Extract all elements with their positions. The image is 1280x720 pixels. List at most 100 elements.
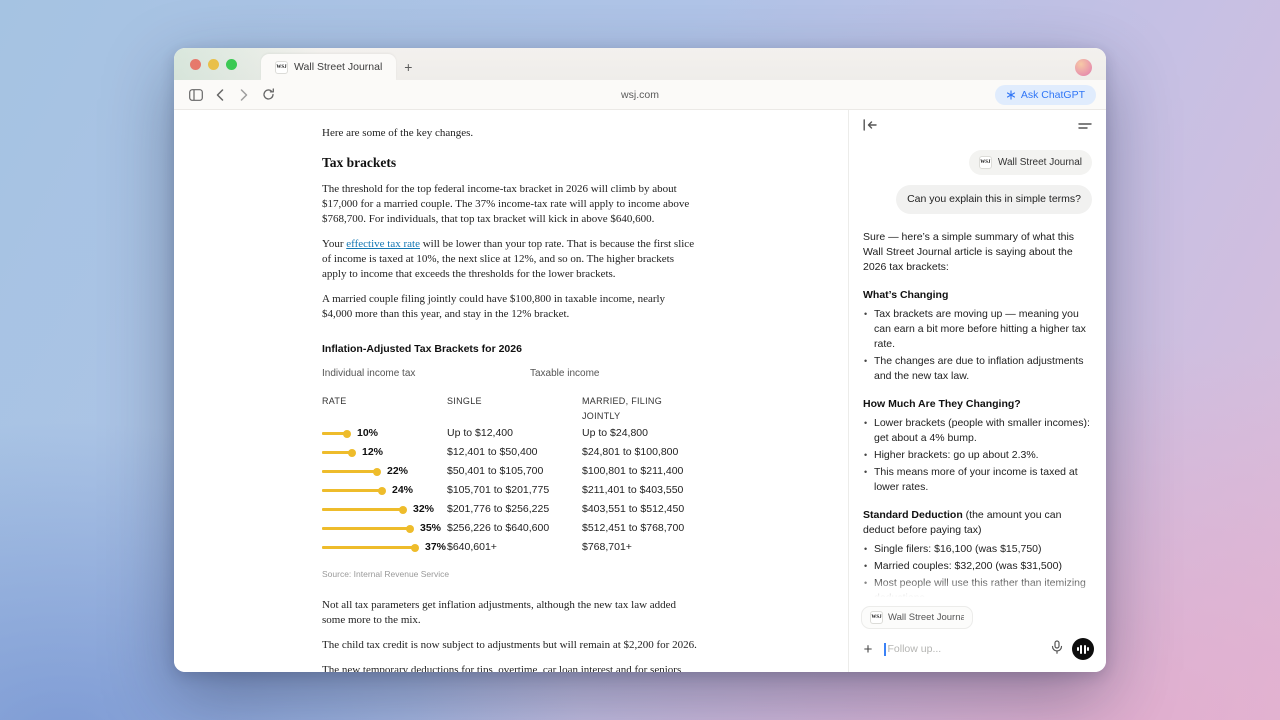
address-bar[interactable]: wsj.com [174, 89, 1106, 101]
ask-chatgpt-label: Ask ChatGPT [1021, 89, 1085, 101]
rate-label: 24% [392, 483, 413, 498]
wsj-favicon: WSJ [870, 611, 883, 624]
rate-label: 37% [425, 540, 446, 555]
chart-subtitle-left: Individual income tax [322, 366, 530, 381]
rate-bar [322, 508, 404, 511]
collapse-panel-icon[interactable] [863, 118, 877, 136]
single-range: $105,701 to $201,775 [447, 483, 582, 498]
article-heading-tax-brackets: Tax brackets [322, 155, 697, 170]
bullet-item: Most people will use this rather than it… [863, 576, 1092, 601]
rate-bar [322, 451, 353, 454]
table-row: 32% $201,776 to $256,225 $403,551 to $51… [322, 500, 697, 519]
rate-bar [322, 527, 411, 530]
article-paragraph: A married couple filing jointly could ha… [322, 292, 697, 322]
column-header-rate: RATE [322, 394, 447, 424]
rate-label: 10% [357, 426, 378, 441]
paragraph-text: Your [322, 238, 346, 250]
table-row: 37% $640,601+ $768,701+ [322, 538, 697, 557]
chart-title: Inflation-Adjusted Tax Brackets for 2026 [322, 342, 697, 357]
table-row: 24% $105,701 to $201,775 $211,401 to $40… [322, 481, 697, 500]
table-row: 12% $12,401 to $50,400 $24,801 to $100,8… [322, 443, 697, 462]
chat-messages[interactable]: WSJ Wall Street Journal Can you explain … [849, 144, 1106, 601]
bullet-item: Lower brackets (people with smaller inco… [863, 416, 1092, 446]
minimize-button[interactable] [208, 59, 219, 70]
back-icon[interactable] [208, 84, 232, 106]
rate-label: 35% [420, 521, 441, 536]
rate-label: 12% [362, 445, 383, 460]
browser-toolbar: wsj.com Ask ChatGPT [174, 80, 1106, 110]
forward-icon[interactable] [232, 84, 256, 106]
article-paragraph: The child tax credit is now subject to a… [322, 638, 697, 653]
single-range: $50,401 to $105,700 [447, 464, 582, 479]
column-header-single: SINGLE [447, 394, 582, 424]
single-range: $256,226 to $640,600 [447, 521, 582, 536]
effective-tax-rate-link[interactable]: effective tax rate [346, 238, 420, 250]
follow-up-input[interactable] [888, 643, 1043, 655]
single-range: $201,776 to $256,225 [447, 502, 582, 517]
zoom-button[interactable] [226, 59, 237, 70]
microphone-icon[interactable] [1051, 640, 1063, 659]
wsj-favicon: WSJ [979, 156, 992, 169]
chat-menu-icon[interactable] [1078, 118, 1092, 136]
chart-subtitle-right: Taxable income [530, 366, 599, 381]
bullet-item: Single filers: $16,100 (was $15,750) [863, 542, 1092, 557]
married-range: $24,801 to $100,800 [582, 445, 697, 460]
single-range: $640,601+ [447, 540, 582, 555]
chatgpt-logo-icon [1006, 90, 1016, 100]
single-range: Up to $12,400 [447, 426, 582, 441]
article-paragraph: Not all tax parameters get inflation adj… [322, 598, 697, 628]
attachment-chip[interactable]: WSJ Wall Street Journal [969, 150, 1092, 175]
close-button[interactable] [190, 59, 201, 70]
profile-avatar[interactable] [1075, 59, 1092, 76]
attachment-title: Wall Street Journal [998, 155, 1082, 170]
chart-source: Source: Internal Revenue Service [322, 567, 697, 582]
rate-bar [322, 489, 383, 492]
new-tab-button[interactable]: + [396, 54, 420, 80]
bullet-item: This means more of your income is taxed … [863, 465, 1092, 495]
add-attachment-button[interactable]: + [861, 642, 875, 657]
context-chip-title: Wall Street Journal [888, 612, 964, 623]
voice-mode-button[interactable] [1072, 638, 1094, 660]
column-header-married: MARRIED, FILING JOINTLY [582, 394, 697, 424]
rate-bar [322, 546, 416, 549]
browser-window: WSJ Wall Street Journal + wsj.com Ask Ch… [174, 48, 1106, 672]
married-range: $768,701+ [582, 540, 697, 555]
chat-section: What’s Changing Tax brackets are moving … [863, 288, 1092, 384]
tax-brackets-chart: Inflation-Adjusted Tax Brackets for 2026… [322, 342, 697, 582]
chat-header [849, 110, 1106, 144]
user-message: Can you explain this in simple terms? [896, 185, 1092, 214]
sidebar-toggle-icon[interactable] [184, 84, 208, 106]
title-bar: WSJ Wall Street Journal + [174, 48, 1106, 80]
rate-label: 32% [413, 502, 434, 517]
article-paragraph: The threshold for the top federal income… [322, 182, 697, 227]
rate-bar [322, 432, 348, 435]
reload-icon[interactable] [256, 84, 280, 106]
table-row: 35% $256,226 to $640,600 $512,451 to $76… [322, 519, 697, 538]
article-pane: Here are some of the key changes. Tax br… [174, 110, 848, 672]
assistant-message: Sure — here’s a simple summary of what t… [863, 230, 1092, 601]
tab-title: Wall Street Journal [294, 61, 382, 73]
table-row: 10% Up to $12,400 Up to $24,800 [322, 424, 697, 443]
assistant-intro: Sure — here’s a simple summary of what t… [863, 230, 1092, 275]
tab-wall-street-journal[interactable]: WSJ Wall Street Journal [261, 54, 396, 80]
chat-composer: WSJ Wall Street Journal + [849, 601, 1106, 672]
bullet-item: Tax brackets are moving up — meaning you… [863, 307, 1092, 352]
chat-section: Standard Deduction (the amount you can d… [863, 508, 1092, 601]
married-range: $403,551 to $512,450 [582, 502, 697, 517]
single-range: $12,401 to $50,400 [447, 445, 582, 460]
section-heading: What’s Changing [863, 289, 948, 301]
bullet-item: Married couples: $32,200 (was $31,500) [863, 559, 1092, 574]
rate-bar [322, 470, 378, 473]
window-controls [174, 48, 249, 80]
section-heading: Standard Deduction [863, 509, 963, 521]
ask-chatgpt-button[interactable]: Ask ChatGPT [995, 85, 1096, 105]
section-heading: How Much Are They Changing? [863, 398, 1021, 410]
rate-label: 22% [387, 464, 408, 479]
table-row: 22% $50,401 to $105,700 $100,801 to $211… [322, 462, 697, 481]
married-range: $100,801 to $211,400 [582, 464, 697, 479]
married-range: Up to $24,800 [582, 426, 697, 441]
married-range: $211,401 to $403,550 [582, 483, 697, 498]
text-caret [884, 643, 886, 656]
composer-context-chip[interactable]: WSJ Wall Street Journal [861, 606, 973, 629]
wsj-favicon: WSJ [275, 61, 288, 74]
